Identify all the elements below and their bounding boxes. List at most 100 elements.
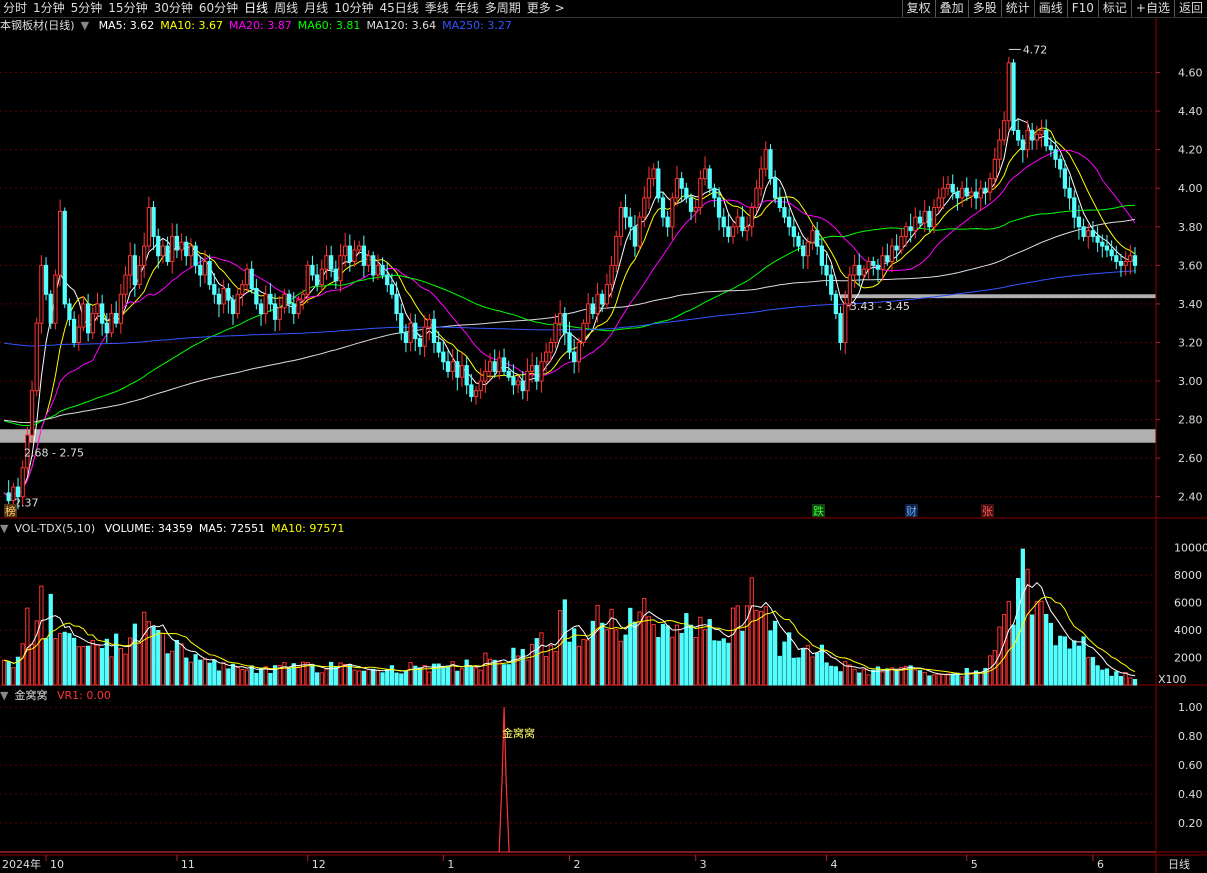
candle-body-140 [656, 168, 661, 199]
candle-body-189 [885, 255, 890, 263]
volume-bar-82 [385, 669, 390, 686]
ind-tick-label-4: 1.00 [1178, 701, 1203, 714]
main-tick-label-4: 3.20 [1178, 336, 1203, 349]
volume-bar-196 [917, 670, 923, 686]
candle-body-185 [866, 261, 871, 270]
main-tick-label-9: 4.20 [1178, 144, 1203, 157]
main-tick-label-7: 3.80 [1178, 221, 1203, 234]
volume-bar-147 [688, 624, 694, 686]
candle-body-238 [1114, 255, 1119, 263]
volume-bar-229 [1072, 640, 1077, 686]
event-marker-1: 跌 [813, 504, 824, 518]
x-tick-label-1: 10 [50, 858, 64, 871]
candle-body-234 [1095, 235, 1100, 243]
period-label: 日线 [1168, 857, 1190, 871]
volume-bar-138 [646, 616, 652, 686]
volume-bar-134 [628, 607, 633, 686]
volume-bar-230 [1076, 645, 1082, 686]
candle-body-149 [698, 178, 703, 209]
candle-body-192 [899, 235, 904, 251]
volume-bar-119 [558, 610, 563, 686]
volume-bar-121 [567, 641, 572, 686]
volume-bar-241 [1128, 677, 1133, 686]
candle-body-6 [29, 390, 35, 436]
stock-chart[interactable]: 2.40 2.60 2.80 3.00 3.20 3.40 3.60 3.80 4.00 4.20… [0, 0, 1207, 873]
volume-bar-74 [347, 663, 352, 686]
volume-bar-127 [595, 604, 600, 686]
candle-body-10 [48, 293, 53, 324]
candle-body-211 [987, 178, 993, 193]
volume-bar-50 [235, 667, 240, 686]
volume-bar-29 [137, 642, 142, 686]
volume-bar-155 [726, 642, 731, 686]
volume-bar-84 [394, 672, 399, 686]
volume-bar-6 [29, 643, 35, 686]
volume-bar-151 [707, 619, 712, 686]
volume-bar-108 [506, 664, 511, 686]
candle-body-98 [459, 365, 465, 378]
volume-bar-217 [1016, 578, 1021, 686]
candle-body-160 [749, 207, 754, 228]
volume-bar-80 [375, 670, 381, 686]
candle-body-154 [721, 216, 726, 228]
volume-bar-135 [632, 621, 638, 686]
volume-bar-130 [609, 608, 614, 686]
candle-body-155 [726, 226, 731, 237]
candle-body-81 [380, 264, 385, 276]
candle-body-27 [128, 255, 133, 276]
main-tick-label-0: 2.40 [1178, 491, 1203, 504]
candle-body-20 [95, 303, 100, 315]
candle-body-18 [85, 303, 91, 334]
volume-bar-71 [333, 666, 338, 686]
volume-bar-228 [1067, 648, 1072, 686]
candle-body-96 [450, 361, 455, 372]
volume-bar-78 [366, 668, 371, 686]
volume-bar-231 [1081, 636, 1086, 686]
candle-body-135 [632, 226, 638, 247]
support-zone-0 [0, 429, 1156, 443]
candle-body-79 [371, 255, 376, 276]
candle-body-87 [408, 322, 413, 343]
volume-bar-114 [534, 638, 539, 686]
candle-body-15 [71, 318, 77, 343]
candle-body-159 [744, 226, 750, 232]
candle-body-197 [922, 210, 927, 224]
candle-body-144 [674, 178, 680, 199]
volume-bar-102 [478, 669, 483, 686]
candle-body-153 [716, 197, 722, 218]
candle-body-150 [702, 168, 708, 180]
candle-body-45 [212, 284, 217, 295]
candle-body-44 [207, 261, 212, 286]
volume-bar-98 [459, 668, 465, 686]
candle-body-91 [427, 318, 432, 328]
candle-body-80 [375, 264, 381, 276]
x-tick-label-6: 3 [700, 858, 707, 871]
volume-bar-47 [221, 662, 226, 686]
vol-tick-label-4: 10000 [1174, 542, 1207, 555]
candle-body-179 [838, 313, 843, 343]
candle-body-62 [291, 303, 296, 315]
candle-body-22 [104, 322, 109, 334]
candle-body-55 [258, 303, 264, 315]
candle-body-78 [366, 255, 371, 266]
volume-bar-221 [1034, 600, 1039, 686]
candle-body-34 [160, 245, 166, 257]
volume-bar-165 [773, 620, 778, 686]
candle-body-110 [515, 380, 521, 386]
candle-body-59 [277, 307, 282, 320]
candle-body-137 [642, 197, 647, 218]
volume-bar-31 [146, 621, 152, 686]
volume-bar-142 [665, 625, 670, 686]
candle-body-191 [894, 245, 899, 251]
vol-tick-label-3: 8000 [1174, 569, 1202, 582]
candle-body-136 [637, 216, 642, 247]
event-marker-0: 榜 [5, 504, 16, 518]
candle-body-58 [272, 303, 278, 320]
candle-body-32 [151, 207, 156, 237]
volume-bar-48 [226, 668, 231, 686]
candle-body-235 [1100, 241, 1105, 247]
volume-bar-35 [165, 653, 170, 686]
candle-body-232 [1086, 230, 1091, 237]
volume-bar-170 [796, 657, 801, 686]
candle-body-226 [1058, 158, 1063, 170]
